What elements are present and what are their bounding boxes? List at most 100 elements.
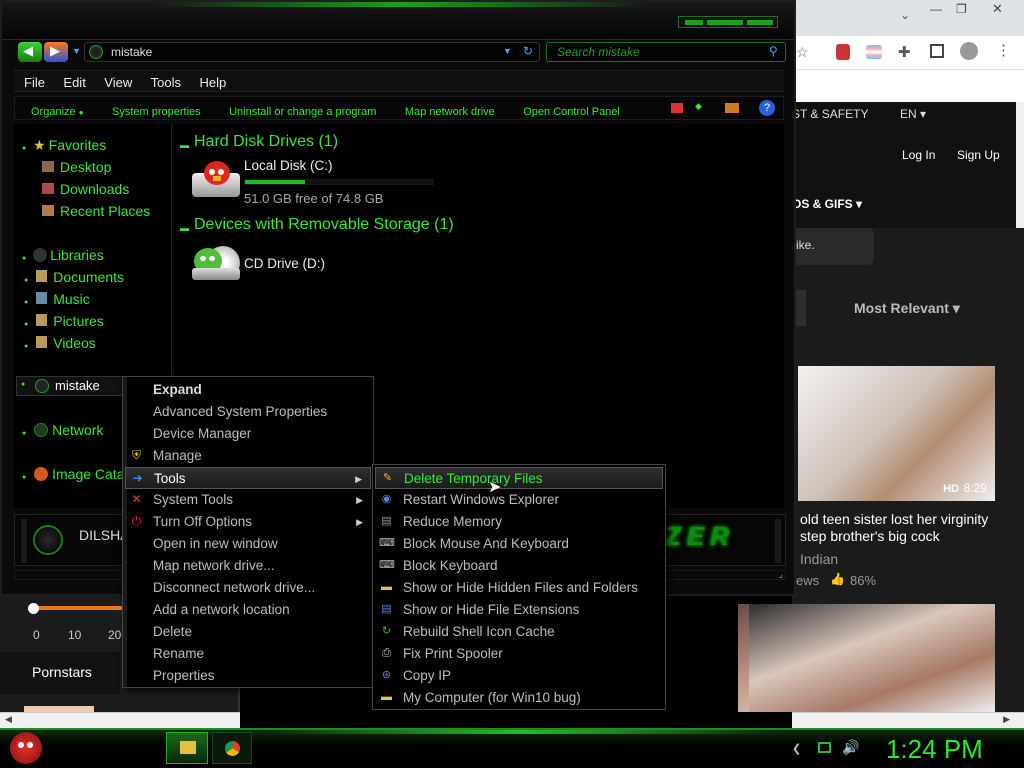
submenu-item-restart-windows-explorer[interactable]: ◉ Restart Windows Explorer <box>375 489 663 511</box>
submenu-item-rebuild-shell-icon-cache[interactable]: ↻ Rebuild Shell Icon Cache <box>375 621 663 643</box>
context-menu-item-advanced-system-properties[interactable]: Advanced System Properties <box>125 401 371 423</box>
search-box[interactable]: Search mistake ⚲ <box>546 42 786 62</box>
video-thumbnail[interactable]: HD 8:29 <box>798 366 995 501</box>
signup-link[interactable]: Sign Up <box>957 148 1000 162</box>
language-selector[interactable]: EN ▾ <box>900 107 926 121</box>
duration-slider-handle[interactable] <box>28 603 39 614</box>
duration-slider-track[interactable] <box>30 606 130 610</box>
submenu-item-block-mouse-and-keyboard[interactable]: ⌨ Block Mouse And Keyboard <box>375 533 663 555</box>
nav-pictures[interactable]: ● Pictures <box>24 313 104 329</box>
star-icon[interactable]: ☆ <box>796 44 809 61</box>
submenu-item-copy-ip[interactable]: ⊛ Copy IP <box>375 665 663 687</box>
context-menu-item-disconnect-network-drive[interactable]: Disconnect network drive... <box>125 577 371 599</box>
context-menu-item-rename[interactable]: Rename <box>125 643 371 665</box>
nav-downloads[interactable]: Downloads <box>42 181 129 197</box>
show-hidden-icons-icon[interactable]: ❮ <box>792 742 801 755</box>
organize-button[interactable]: Organize ● <box>31 106 84 118</box>
menu-help[interactable]: Help <box>199 75 226 90</box>
nav-network[interactable]: ● Network <box>22 422 103 438</box>
preview-pane-icon[interactable] <box>725 103 739 113</box>
collapse-group-icon[interactable]: ▬ <box>180 223 189 233</box>
horizontal-scrollbar[interactable]: ▶ <box>792 712 1024 728</box>
minimize-icon[interactable]: — <box>930 2 950 16</box>
nav-link-safety[interactable]: ST & SAFETY <box>792 107 868 121</box>
submenu-item-show-or-hide-hidden-files-and-folders[interactable]: ▬ Show or Hide Hidden Files and Folders <box>375 577 663 599</box>
system-properties-button[interactable]: System properties <box>112 106 201 118</box>
context-menu-item-device-manager[interactable]: Device Manager <box>125 423 371 445</box>
taskbar-explorer-button[interactable] <box>166 732 208 764</box>
nav-desktop[interactable]: Desktop <box>42 159 111 175</box>
close-button[interactable] <box>747 20 773 25</box>
video-title[interactable]: old teen sister lost her virginity step … <box>800 511 1000 545</box>
search-icon[interactable]: ⚲ <box>769 44 778 58</box>
group-header-removable[interactable]: Devices with Removable Storage (1) <box>194 216 454 234</box>
scroll-left-icon[interactable]: ◀ <box>5 714 12 725</box>
submenu-item-fix-print-spooler[interactable]: ⎙ Fix Print Spooler <box>375 643 663 665</box>
back-button[interactable]: ◀ <box>18 42 42 62</box>
group-header-hdd[interactable]: Hard Disk Drives (1) <box>194 133 338 151</box>
maximize-button[interactable] <box>707 20 743 25</box>
puzzle-icon[interactable]: ✚ <box>898 43 911 61</box>
address-dropdown-icon[interactable]: ▼ <box>503 46 512 56</box>
scroll-right-icon[interactable]: ▶ <box>1003 714 1010 725</box>
scrollbar-track[interactable] <box>1016 102 1024 228</box>
menu-edit[interactable]: Edit <box>63 75 85 90</box>
context-menu-item-properties[interactable]: Properties <box>125 665 371 687</box>
help-icon[interactable]: ? <box>759 100 775 116</box>
profile-avatar-icon[interactable] <box>960 42 978 60</box>
submenu-item-reduce-memory[interactable]: ▤ Reduce Memory <box>375 511 663 533</box>
nav-libraries[interactable]: ● Libraries <box>22 247 104 263</box>
sort-dropdown[interactable]: Most Relevant ▾ <box>854 300 960 317</box>
extension-shield-icon[interactable] <box>836 44 850 60</box>
context-menu-item-delete[interactable]: Delete <box>125 621 371 643</box>
close-icon[interactable]: ✕ <box>992 1 1012 17</box>
category-dropdown[interactable]: OS & GIFS ▾ <box>792 197 862 211</box>
map-network-drive-button[interactable]: Map network drive <box>405 106 495 118</box>
context-menu-item-tools[interactable]: ➜ Tools ▶ <box>125 467 371 489</box>
minimize-button[interactable] <box>685 20 703 25</box>
context-menu-item-system-tools[interactable]: ✕ System Tools ▶ <box>125 489 371 511</box>
chevron-down-icon[interactable]: ⌄ <box>900 8 910 22</box>
menu-view[interactable]: View <box>104 75 132 90</box>
nav-documents[interactable]: ● Documents <box>24 269 124 285</box>
extension-flag-icon[interactable] <box>866 45 882 59</box>
volume-icon[interactable]: 🔊 <box>842 739 859 756</box>
kebab-menu-icon[interactable]: ⋮ <box>996 41 1011 59</box>
forward-button[interactable]: ▶ <box>44 42 68 62</box>
start-button[interactable] <box>6 730 46 768</box>
taskbar-chrome-button[interactable] <box>212 732 252 764</box>
horizontal-scrollbar-left[interactable]: ◀ <box>0 712 240 728</box>
submenu-item-block-keyboard[interactable]: ⌨ Block Keyboard <box>375 555 663 577</box>
local-disk-name[interactable]: Local Disk (C:) <box>244 158 333 173</box>
context-menu-item-expand[interactable]: Expand <box>125 379 371 401</box>
context-menu-item-add-a-network-location[interactable]: Add a network location <box>125 599 371 621</box>
view-options-icon[interactable]: ◆ <box>695 101 702 112</box>
menu-tools[interactable]: Tools <box>151 75 181 90</box>
history-dropdown-icon[interactable]: ▼ <box>72 46 81 56</box>
refresh-icon[interactable]: ↻ <box>523 44 533 58</box>
submenu-item-my-computer-for-win10-bug[interactable]: ▬ My Computer (for Win10 bug) <box>375 687 663 709</box>
channel-name[interactable]: Indian <box>800 551 838 567</box>
submenu-item-show-or-hide-file-extensions[interactable]: ▤ Show or Hide File Extensions <box>375 599 663 621</box>
context-menu-item-map-network-drive[interactable]: Map network drive... <box>125 555 371 577</box>
sidepanel-icon[interactable] <box>930 44 944 58</box>
uninstall-program-button[interactable]: Uninstall or change a program <box>229 106 376 118</box>
video-thumbnail-3[interactable] <box>749 604 995 712</box>
clock[interactable]: 1:24 PM <box>886 734 983 765</box>
nav-recent-places[interactable]: Recent Places <box>42 203 150 219</box>
context-menu-item-turn-off-options[interactable]: ⏻ Turn Off Options ▶ <box>125 511 371 533</box>
nav-image-catalog[interactable]: ● Image Catal <box>22 466 128 482</box>
layout-icon[interactable] <box>671 103 683 113</box>
login-link[interactable]: Log In <box>902 148 935 162</box>
restore-icon[interactable]: ❐ <box>956 2 976 16</box>
context-menu-item-manage[interactable]: ⛨ Manage <box>125 445 371 467</box>
pornstars-tab[interactable]: Pornstars <box>0 652 120 694</box>
submenu-item-delete-temporary-files[interactable]: ✎ Delete Temporary Files <box>375 467 663 489</box>
menu-file[interactable]: File <box>24 75 45 90</box>
nav-videos[interactable]: ● Videos <box>24 335 96 351</box>
address-bar[interactable]: mistake ▼ ↻ <box>84 42 540 62</box>
collapse-group-icon[interactable]: ▬ <box>180 140 189 150</box>
context-menu-item-open-in-new-window[interactable]: Open in new window <box>125 533 371 555</box>
resize-grip-icon[interactable]: ⌟ <box>779 569 783 580</box>
network-tray-icon[interactable] <box>818 742 831 753</box>
